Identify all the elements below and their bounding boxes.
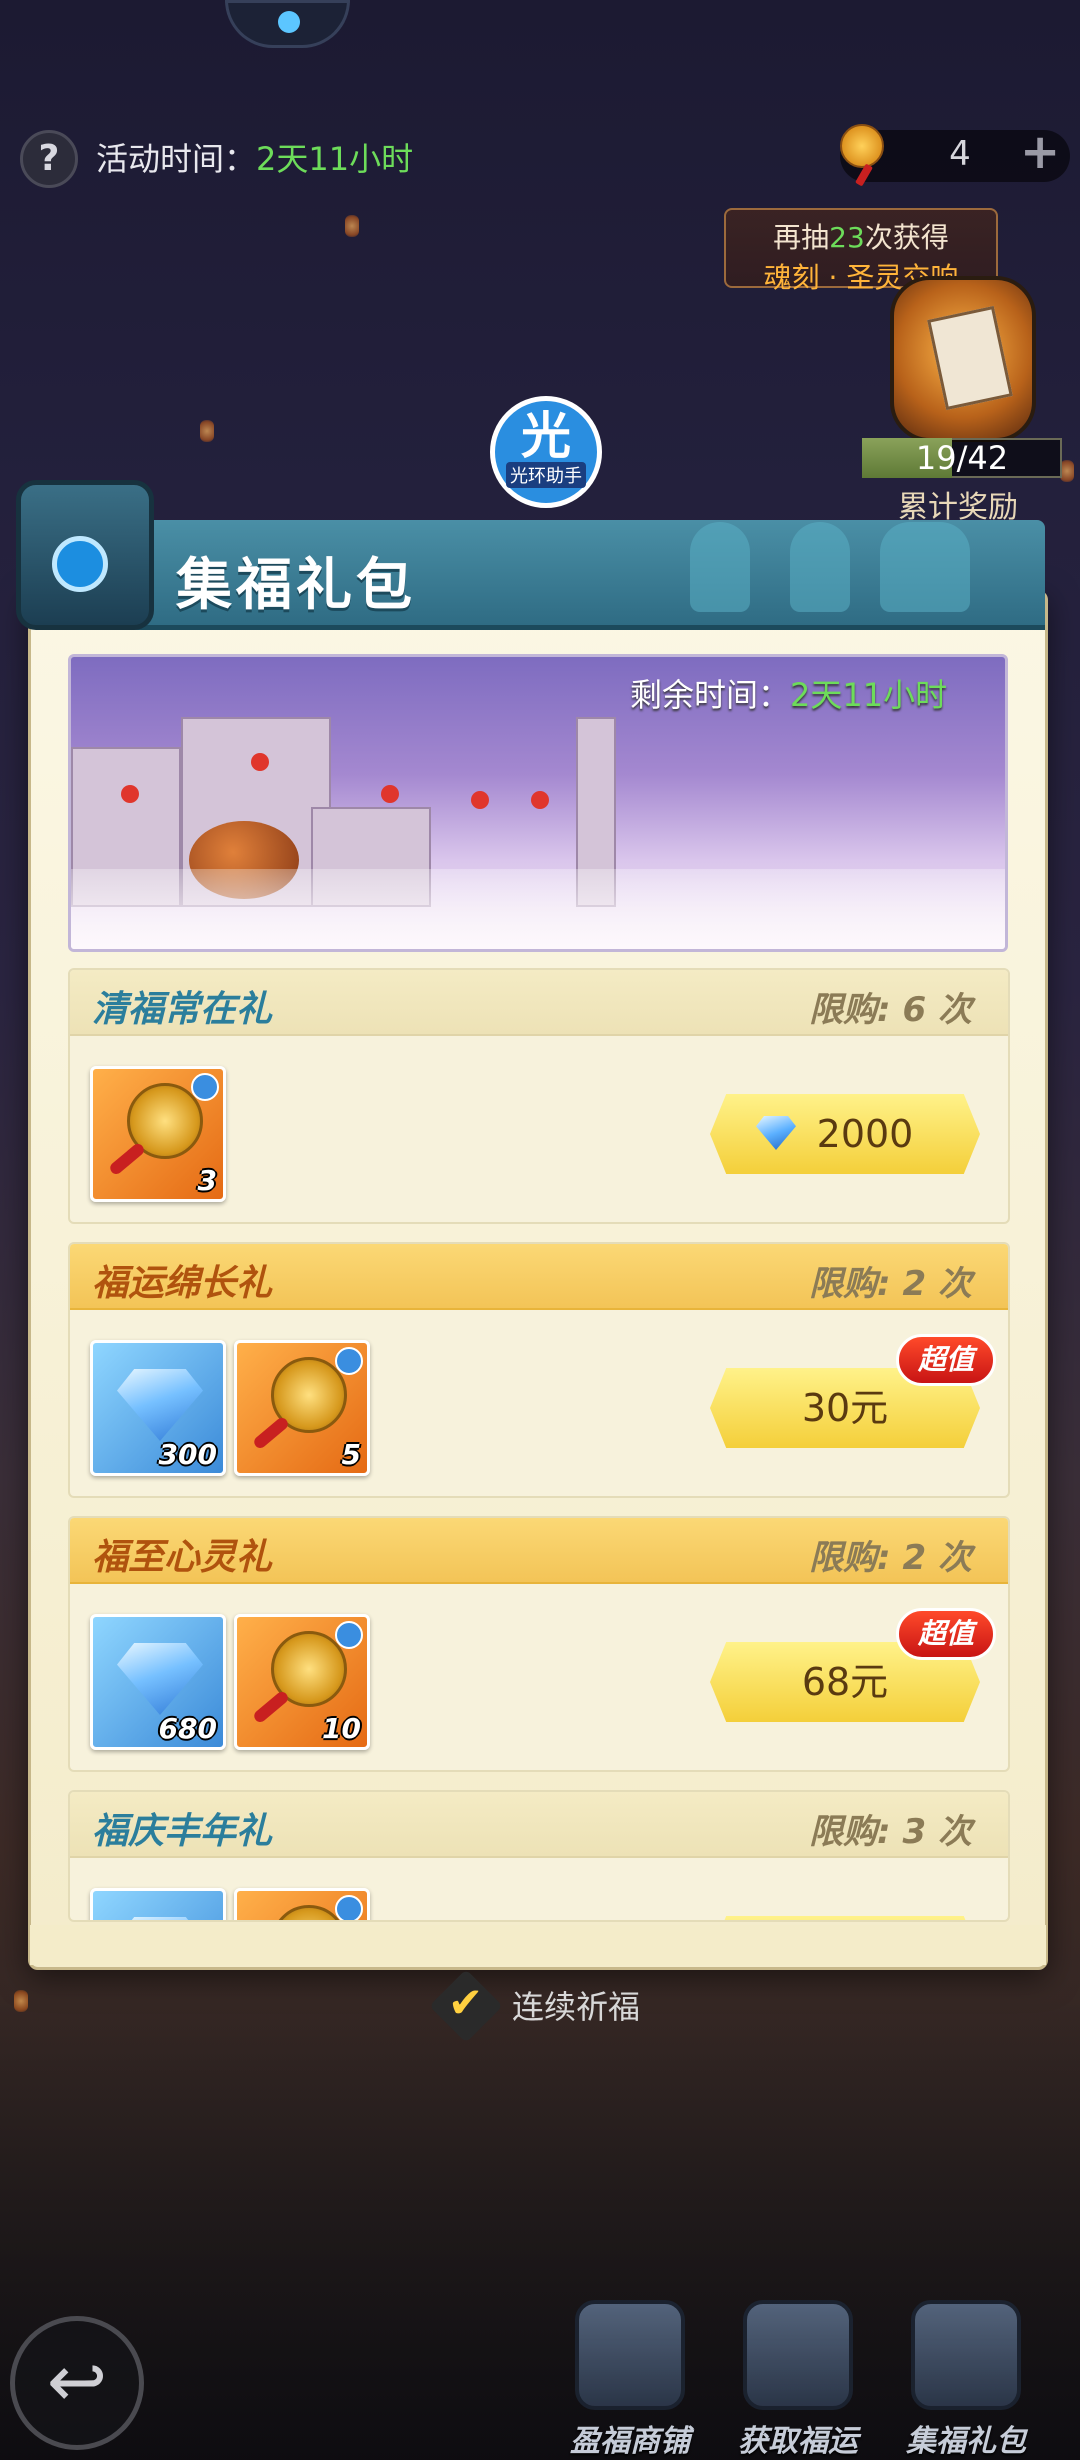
pack-name: 福运绵长礼: [92, 1263, 273, 1304]
nav-label: 集福礼包: [906, 2424, 1026, 2459]
checkbox-label: 连续祈福: [512, 1988, 641, 2026]
pack-name: 清福常在礼: [92, 989, 273, 1030]
item-slot-charm[interactable]: 3: [90, 1066, 226, 1202]
item-slot-diamond[interactable]: [90, 1888, 226, 1920]
item-qty: 10: [322, 1712, 361, 1745]
diamond-icon: [117, 1643, 203, 1715]
nav-gift-pack[interactable]: 集福礼包: [886, 2300, 1046, 2460]
item-qty: 300: [158, 1438, 217, 1471]
helper-big-label: 光: [521, 407, 571, 465]
clock-icon: [335, 1347, 363, 1375]
panel-header-deco: [880, 522, 970, 612]
draw-tip-count: 23: [829, 221, 865, 254]
hot-deal-badge: 超值: [896, 1608, 996, 1660]
clock-icon: [335, 1895, 363, 1920]
item-qty: 680: [158, 1712, 217, 1745]
bg-lantern: [1060, 460, 1074, 482]
checkmark-icon: ✔: [448, 1978, 484, 2027]
blessing-charm-icon: [840, 124, 884, 168]
top-mascot-icon[interactable]: [225, 0, 350, 48]
draw-tip-prefix: 再抽: [773, 221, 830, 254]
event-time-label: 活动时间：: [96, 140, 257, 178]
item-slot-diamond[interactable]: 300: [90, 1340, 226, 1476]
item-slot-diamond[interactable]: 680: [90, 1614, 226, 1750]
clock-icon: [335, 1621, 363, 1649]
panel-title: 集福礼包: [176, 553, 416, 618]
banner-remaining-time: 剩余时间：2天11小时: [630, 670, 947, 716]
event-time: 活动时间：2天11小时: [96, 134, 413, 180]
fortune-icon: [743, 2300, 853, 2410]
shop-icon: [575, 2300, 685, 2410]
pack-limit: 限购: 6 次: [809, 990, 972, 1030]
nav-get-fortune[interactable]: 获取福运: [718, 2300, 878, 2460]
gift-pack-card: 福至心灵礼 限购: 2 次 680 10 68元: [68, 1516, 1010, 1772]
pack-limit: 限购: 3 次: [809, 1812, 972, 1852]
diamond-icon: [117, 1917, 203, 1920]
pack-name: 福庆丰年礼: [92, 1811, 273, 1852]
add-currency-button[interactable]: +: [1020, 126, 1060, 178]
buy-button[interactable]: [710, 1916, 980, 1920]
banner-time-label: 剩余时间：: [630, 676, 791, 714]
nav-label: 盈福商铺: [570, 2424, 690, 2459]
bg-lantern: [345, 215, 359, 237]
helper-small-label: 光环助手: [506, 462, 586, 488]
back-button[interactable]: ↩: [10, 2316, 144, 2450]
bg-lantern: [200, 420, 214, 442]
panel-header-deco: [790, 522, 850, 612]
item-slot-charm[interactable]: [234, 1888, 370, 1920]
helper-button[interactable]: 光 光环助手: [490, 396, 602, 508]
banner-time-value: 2天11小时: [790, 676, 948, 714]
nav-shop[interactable]: 盈福商铺: [550, 2300, 710, 2460]
gift-icon: [911, 2300, 1021, 2410]
item-qty: 5: [341, 1438, 361, 1471]
draw-tip-suffix: 次获得: [864, 221, 949, 254]
reward-progress-text: 19/42: [915, 439, 1009, 477]
diamond-icon: [117, 1369, 203, 1441]
currency-value: 4: [949, 134, 971, 174]
event-time-value: 2天11小时: [256, 140, 414, 178]
price-label: 2000: [816, 1112, 914, 1156]
pack-name: 福至心灵礼: [92, 1537, 273, 1578]
pack-limit: 限购: 2 次: [809, 1538, 972, 1578]
gift-pack-card: 清福常在礼 限购: 6 次 3 2000: [68, 968, 1010, 1224]
item-slot-charm[interactable]: 10: [234, 1614, 370, 1750]
clock-icon: [191, 1073, 219, 1101]
clock-icon: [52, 536, 108, 592]
gift-pack-card: 福运绵长礼 限购: 2 次 300 5 30元: [68, 1242, 1010, 1498]
panel-header-deco: [690, 522, 750, 612]
item-qty: 3: [197, 1164, 217, 1197]
hot-deal-badge: 超值: [896, 1334, 996, 1386]
item-slot-charm[interactable]: 5: [234, 1340, 370, 1476]
help-button[interactable]: ?: [20, 130, 78, 188]
panel-bottom-edge: [30, 1925, 1046, 1965]
nav-label: 获取福运: [738, 2424, 858, 2459]
pack-limit: 限购: 2 次: [809, 1264, 972, 1304]
gift-pack-card: 福庆丰年礼 限购: 3 次: [68, 1790, 1010, 1922]
